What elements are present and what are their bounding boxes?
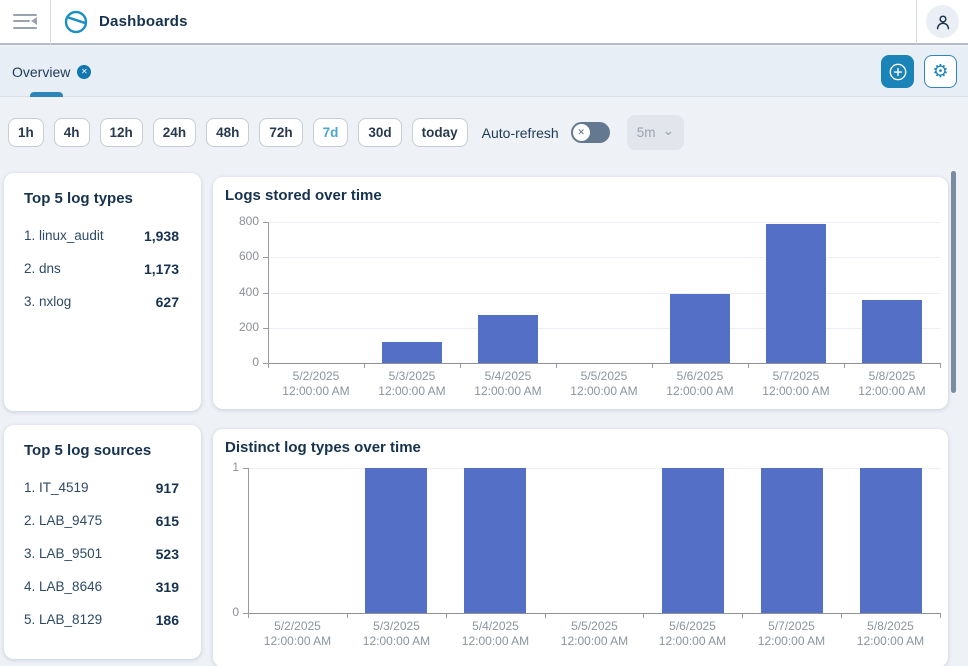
item-value: 186 <box>156 612 179 628</box>
item-rank: 1. <box>24 228 35 243</box>
item-name: IT_4519 <box>39 480 89 495</box>
item-rank: 4. <box>24 579 35 594</box>
item-value: 1,938 <box>144 228 179 244</box>
top-log-sources-title: Top 5 log sources <box>24 442 201 459</box>
list-item[interactable]: 2. LAB_9475 615 <box>4 504 201 537</box>
distinct-log-types-chart-card: Distinct log types over time 015/2/20251… <box>213 429 948 666</box>
item-name: LAB_9501 <box>39 546 102 561</box>
top-log-sources-card: Top 5 log sources 1. IT_4519 917 2. LAB_… <box>4 425 201 659</box>
item-value: 615 <box>156 513 179 529</box>
time-range-button-7d[interactable]: 7d <box>313 118 349 147</box>
collapse-menu-icon <box>13 14 37 30</box>
list-item[interactable]: 1. IT_4519 917 <box>4 471 201 504</box>
item-value: 627 <box>156 294 179 310</box>
item-name: LAB_8129 <box>39 612 102 627</box>
time-range-button-12h[interactable]: 12h <box>100 118 143 147</box>
item-rank: 5. <box>24 612 35 627</box>
refresh-interval-select[interactable]: 5m ⌄ <box>627 115 685 150</box>
list-item[interactable]: 3. nxlog 627 <box>4 285 201 318</box>
app-logo-pie-icon <box>63 9 89 35</box>
time-range-button-today[interactable]: today <box>412 118 468 147</box>
item-value: 523 <box>156 546 179 562</box>
item-rank: 2. <box>24 261 35 276</box>
list-item[interactable]: 1. linux_audit 1,938 <box>4 219 201 252</box>
top-header: Dashboards <box>0 0 968 45</box>
item-name: linux_audit <box>39 228 104 243</box>
tab-overview[interactable]: Overview ✕ <box>0 47 105 97</box>
user-icon <box>933 12 953 32</box>
active-tab-underline <box>30 92 63 97</box>
item-rank: 2. <box>24 513 35 528</box>
distinct-log-types-chart: 015/2/202512:00:00 AM5/3/202512:00:00 AM… <box>213 429 948 666</box>
app-root: Dashboards Overview ✕ <box>0 0 968 666</box>
refresh-interval-value: 5m <box>637 125 656 140</box>
item-value: 1,173 <box>144 261 179 277</box>
list-item[interactable]: 2. dns 1,173 <box>4 252 201 285</box>
vertical-scrollbar-thumb[interactable] <box>951 171 956 393</box>
time-range-bar: 1h 4h 12h 24h 48h 72h 7d 30d today Auto-… <box>8 115 684 150</box>
dashboard-tabbar: Overview ✕ ⚙ <box>0 47 968 97</box>
item-name: LAB_8646 <box>39 579 102 594</box>
time-range-button-48h[interactable]: 48h <box>206 118 249 147</box>
header-right <box>916 0 968 44</box>
time-range-button-30d[interactable]: 30d <box>358 118 401 147</box>
tab-overview-label: Overview <box>12 64 70 80</box>
item-name: LAB_9475 <box>39 513 102 528</box>
user-avatar-button[interactable] <box>917 0 968 44</box>
tabbar-actions: ⚙ <box>881 55 968 88</box>
time-range-button-4h[interactable]: 4h <box>54 118 90 147</box>
page-title: Dashboards <box>99 13 188 30</box>
item-value: 319 <box>156 579 179 595</box>
avatar <box>926 5 959 38</box>
top-log-types-title: Top 5 log types <box>24 190 201 207</box>
auto-refresh-toggle[interactable]: ✕ <box>571 122 610 143</box>
item-name: dns <box>39 261 61 276</box>
toggle-off-x-icon: ✕ <box>573 124 590 141</box>
list-item[interactable]: 3. LAB_9501 523 <box>4 537 201 570</box>
time-range-button-24h[interactable]: 24h <box>153 118 196 147</box>
top-log-types-card: Top 5 log types 1. linux_audit 1,938 2. … <box>4 173 201 411</box>
item-value: 917 <box>156 480 179 496</box>
dashboard-settings-button[interactable]: ⚙ <box>924 55 957 88</box>
brand: Dashboards <box>51 9 916 35</box>
item-name: nxlog <box>39 294 71 309</box>
top-log-types-list: 1. linux_audit 1,938 2. dns 1,173 3. nxl… <box>4 219 201 318</box>
top-log-sources-list: 1. IT_4519 917 2. LAB_9475 615 3. LAB_95… <box>4 471 201 636</box>
tab-close-icon[interactable]: ✕ <box>77 65 91 79</box>
time-range-button-72h[interactable]: 72h <box>259 118 302 147</box>
add-dashboard-button[interactable] <box>881 55 914 88</box>
auto-refresh-label: Auto-refresh <box>482 125 559 141</box>
plus-circle-icon <box>887 61 909 83</box>
item-rank: 3. <box>24 294 35 309</box>
logs-stored-chart: 02004006008005/2/202512:00:00 AM5/3/2025… <box>213 177 948 409</box>
time-range-button-1h[interactable]: 1h <box>8 118 44 147</box>
item-rank: 3. <box>24 546 35 561</box>
item-rank: 1. <box>24 480 35 495</box>
collapse-sidebar-button[interactable] <box>0 0 50 44</box>
gear-icon: ⚙ <box>932 61 948 82</box>
logs-stored-chart-card: Logs stored over time 02004006008005/2/2… <box>213 177 948 409</box>
main-content: 1h 4h 12h 24h 48h 72h 7d 30d today Auto-… <box>0 98 968 666</box>
list-item[interactable]: 5. LAB_8129 186 <box>4 603 201 636</box>
list-item[interactable]: 4. LAB_8646 319 <box>4 570 201 603</box>
